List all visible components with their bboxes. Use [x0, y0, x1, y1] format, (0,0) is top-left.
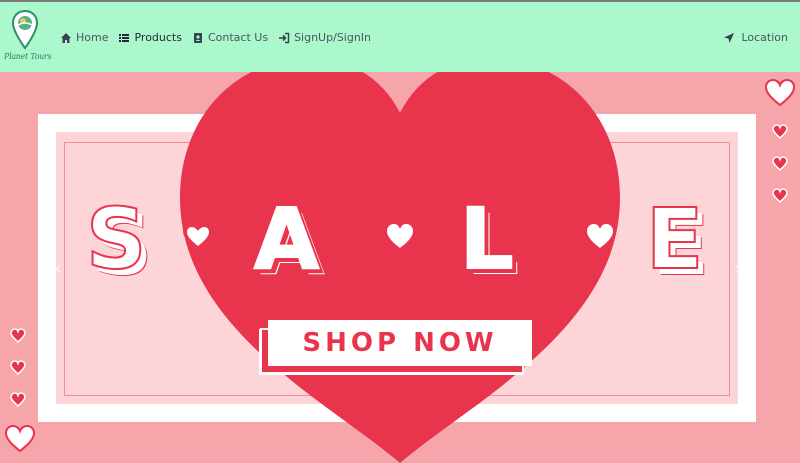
sale-letter-a: A — [253, 189, 320, 289]
contact-book-icon — [193, 32, 202, 43]
brand-logo[interactable]: Planet Tours — [4, 10, 52, 70]
nav-item-products[interactable]: Products — [118, 31, 182, 44]
sale-letter-l: L — [459, 189, 515, 289]
nav-item-label: Contact Us — [207, 31, 269, 44]
shop-now-button[interactable]: SHOP NOW — [268, 320, 532, 366]
nav-item-signup-signin[interactable]: SignUp/SignIn — [278, 31, 371, 44]
carousel-prev-icon[interactable]: ‹ — [54, 258, 61, 279]
navbar: Planet Tours Home Products Contact Us Si… — [0, 0, 800, 72]
nav-item-label: Home — [76, 31, 109, 44]
heart-icon — [10, 328, 26, 343]
nav-item-home[interactable]: Home — [60, 31, 108, 44]
location-arrow-icon — [724, 32, 735, 43]
carousel-next-icon[interactable]: › — [734, 258, 741, 279]
heart-icon — [10, 392, 26, 407]
nav-location-label: Location — [741, 31, 788, 44]
nav-links: Home Products Contact Us SignUp/SignIn — [60, 31, 371, 44]
heart-icon — [587, 224, 613, 248]
heart-icon — [772, 156, 788, 171]
logo-text: Planet Tours — [4, 52, 52, 61]
sale-letter-s: S — [85, 189, 147, 289]
sale-letter-e: E — [645, 189, 704, 289]
heart-icon — [772, 124, 788, 139]
map-pin-logo-icon — [12, 10, 38, 50]
heart-icon — [387, 224, 413, 248]
heart-icon — [772, 188, 788, 203]
list-icon — [119, 33, 130, 42]
nav-item-label: SignUp/SignIn — [294, 31, 372, 44]
heart-icon — [4, 424, 36, 453]
heart-icon — [764, 78, 796, 107]
heart-icon — [10, 360, 26, 375]
nav-item-contact[interactable]: Contact Us — [192, 31, 268, 44]
heart-icon — [183, 223, 213, 250]
nav-item-location[interactable]: Location — [723, 31, 788, 44]
big-heart-icon — [180, 72, 620, 463]
sign-in-icon — [279, 32, 290, 43]
hero-banner[interactable]: S A L E ‹ › SHOP NOW — [0, 72, 800, 463]
nav-item-label: Products — [134, 31, 182, 44]
home-icon — [61, 32, 71, 43]
